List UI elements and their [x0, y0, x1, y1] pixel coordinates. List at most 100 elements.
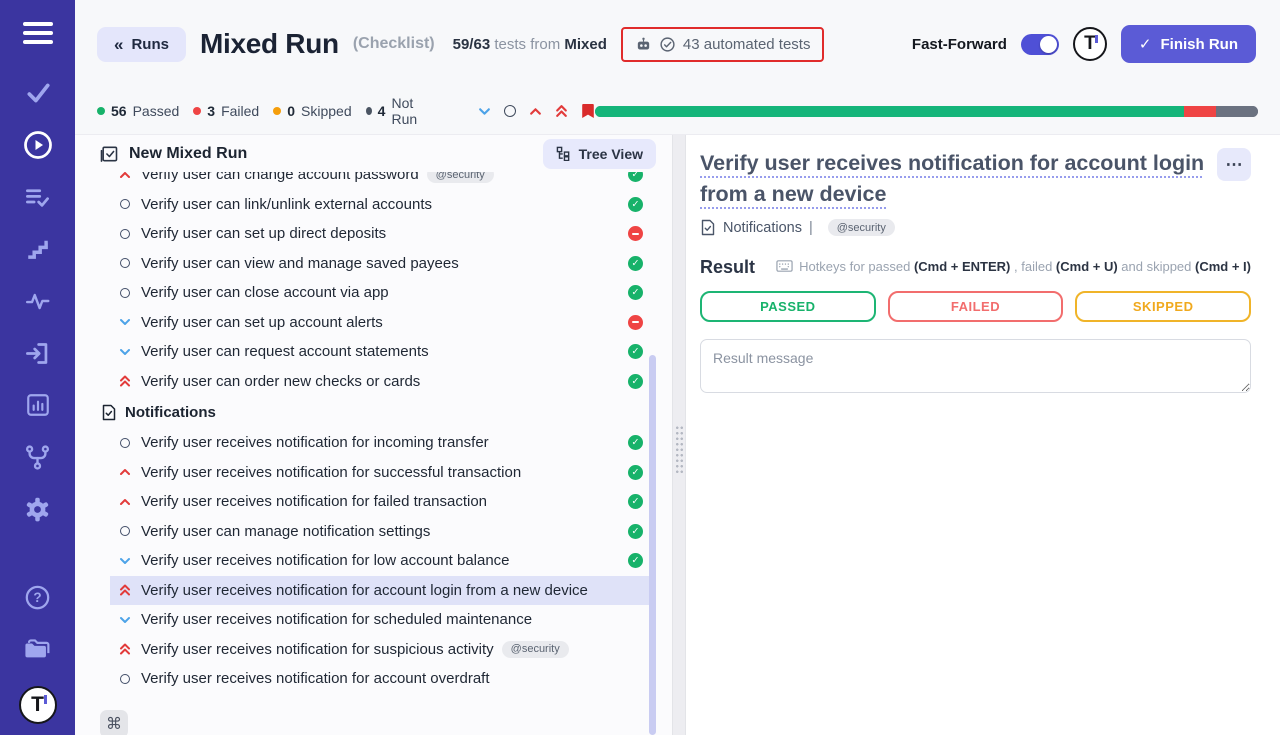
priority-high-icon: [119, 466, 131, 478]
priority-normal-icon: [120, 526, 130, 536]
status-passed-icon: ✓: [628, 285, 643, 300]
back-to-runs-button[interactable]: « Runs: [97, 27, 186, 62]
back-label: Runs: [131, 36, 169, 53]
circle-check-icon: [659, 36, 676, 53]
test-row[interactable]: Verify user receives notification for lo…: [110, 546, 651, 576]
projects-folder-icon[interactable]: [21, 634, 55, 664]
list-scrollbar[interactable]: [649, 355, 656, 735]
test-row[interactable]: Verify user can manage notification sett…: [110, 517, 651, 547]
import-icon[interactable]: [21, 338, 55, 368]
check-icon[interactable]: [21, 78, 55, 108]
tree-view-button[interactable]: Tree View: [543, 139, 656, 169]
steps-icon[interactable]: [21, 234, 55, 264]
priority-critical-icon[interactable]: [555, 104, 568, 118]
tag-badge[interactable]: @security: [828, 219, 895, 236]
panel-resizer[interactable]: [672, 135, 686, 735]
priority-high-icon[interactable]: [529, 105, 542, 118]
test-row[interactable]: Verify user can set up direct deposits: [110, 219, 651, 249]
bookmark-icon[interactable]: [581, 103, 595, 119]
priority-low-icon[interactable]: [478, 105, 491, 118]
separator: |: [809, 220, 813, 236]
logo-icon[interactable]: T: [19, 686, 57, 724]
drag-handle-icon: [675, 425, 683, 473]
status-count-passed[interactable]: 56Passed: [97, 103, 179, 119]
status-passed-icon: ✓: [628, 465, 643, 480]
gear-icon[interactable]: [21, 494, 55, 524]
app-window: ? T « Runs Mixed Run (Checklist) 59/63 t…: [0, 0, 1280, 735]
test-row[interactable]: Verify user can order new checks or card…: [110, 367, 651, 397]
branch-icon[interactable]: [21, 442, 55, 472]
test-row[interactable]: Verify user receives notification for fa…: [110, 487, 651, 517]
tests-source: Mixed: [564, 36, 607, 53]
test-title[interactable]: Verify user receives notification for ac…: [700, 148, 1206, 210]
status-passed-icon: ✓: [628, 374, 643, 389]
command-hotkey-button[interactable]: ⌘: [100, 710, 128, 735]
failed-button[interactable]: FAILED: [888, 291, 1064, 322]
app-logo-icon[interactable]: T: [1073, 27, 1107, 61]
priority-low-icon: [119, 316, 131, 328]
test-row[interactable]: Verify user can request account statemen…: [110, 337, 651, 367]
top-bar-right: Fast-Forward T ✓ Finish Run: [912, 25, 1256, 63]
passed-button[interactable]: PASSED: [700, 291, 876, 322]
play-circle-icon[interactable]: [21, 130, 55, 160]
result-message-input[interactable]: [700, 339, 1251, 393]
status-passed-icon: ✓: [628, 524, 643, 539]
result-row: Result Hotkeys for passed (Cmd + ENTER) …: [700, 257, 1251, 278]
checklist-icon[interactable]: [21, 182, 55, 212]
run-checklist-icon: [99, 144, 119, 164]
status-count-not-run[interactable]: 4Not Run: [366, 95, 431, 127]
test-row[interactable]: Verify user receives notification for ac…: [110, 664, 651, 694]
priority-normal-icon: [120, 229, 130, 239]
main-area: « Runs Mixed Run (Checklist) 59/63 tests…: [75, 0, 1280, 735]
test-row[interactable]: Verify user can change account password@…: [110, 172, 651, 190]
automated-tests-label: 43 automated tests: [683, 36, 811, 53]
test-meta: Notifications | @security: [700, 219, 1251, 236]
priority-normal-icon[interactable]: [504, 105, 516, 117]
svg-text:?: ?: [33, 590, 41, 605]
suite-name[interactable]: Notifications: [723, 220, 802, 236]
tests-count-value: 59/63: [453, 36, 491, 53]
list-title: New Mixed Run: [129, 145, 247, 163]
priority-critical-icon: [119, 642, 131, 656]
test-row[interactable]: Verify user can link/unlink external acc…: [110, 190, 651, 220]
priority-low-icon: [119, 346, 131, 358]
status-passed-icon: ✓: [628, 256, 643, 271]
status-count-skipped[interactable]: 0Skipped: [273, 103, 351, 119]
suite-section-row[interactable]: Notifications: [101, 396, 651, 428]
pulse-icon[interactable]: [21, 286, 55, 316]
page-title: Mixed Run: [200, 28, 339, 60]
top-bar: « Runs Mixed Run (Checklist) 59/63 tests…: [75, 0, 1280, 88]
tag-badge: @security: [427, 172, 494, 183]
test-row[interactable]: Verify user can close account via app✓: [110, 278, 651, 308]
test-row[interactable]: Verify user receives notification for su…: [110, 458, 651, 488]
test-row[interactable]: Verify user receives notification for in…: [110, 428, 651, 458]
fast-forward-toggle[interactable]: [1021, 34, 1059, 55]
finish-run-button[interactable]: ✓ Finish Run: [1121, 25, 1256, 63]
status-passed-icon: ✓: [628, 494, 643, 509]
list-viewport: Verify user can change account password@…: [75, 172, 672, 735]
check-icon: ✓: [1139, 35, 1152, 53]
status-passed-icon: ✓: [628, 553, 643, 568]
help-icon[interactable]: ?: [21, 582, 55, 612]
status-passed-icon: ✓: [628, 344, 643, 359]
test-row[interactable]: Verify user receives notification for su…: [110, 635, 651, 665]
bar-chart-icon[interactable]: [21, 390, 55, 420]
test-row[interactable]: Verify user receives notification for ac…: [110, 576, 651, 606]
test-row[interactable]: Verify user receives notification for sc…: [110, 605, 651, 635]
run-progress-bar: [595, 106, 1258, 117]
tag-badge: @security: [502, 641, 569, 658]
menu-icon[interactable]: [23, 22, 53, 44]
test-row[interactable]: Verify user can view and manage saved pa…: [110, 249, 651, 279]
verdict-buttons: PASSED FAILED SKIPPED: [700, 291, 1251, 322]
priority-critical-icon: [119, 374, 131, 388]
keyboard-icon: [776, 259, 793, 273]
more-options-button[interactable]: ⋯: [1217, 148, 1251, 181]
tree-view-label: Tree View: [579, 146, 643, 162]
status-count-failed[interactable]: 3Failed: [193, 103, 259, 119]
result-heading: Result: [700, 257, 755, 278]
test-list-panel: New Mixed Run Tree View Verify user can …: [75, 135, 672, 735]
sidebar: ? T: [0, 0, 75, 735]
skipped-button[interactable]: SKIPPED: [1075, 291, 1251, 322]
test-row[interactable]: Verify user can set up account alerts: [110, 308, 651, 338]
status-dot-icon: [97, 107, 105, 115]
